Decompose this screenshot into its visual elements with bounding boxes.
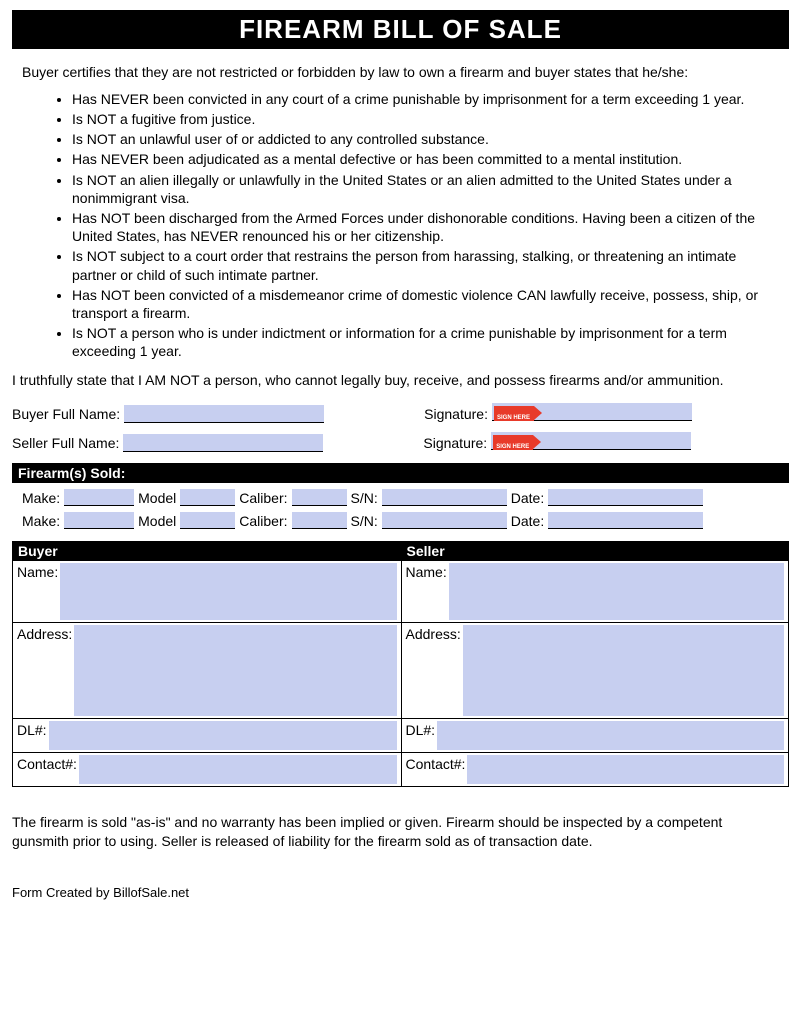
make-field[interactable] (64, 489, 134, 506)
seller-name-field[interactable] (123, 434, 323, 452)
caliber-label: Caliber: (239, 513, 287, 529)
certification-list: Has NEVER been convicted in any court of… (52, 90, 779, 361)
seller-contact-box[interactable] (467, 755, 784, 784)
footer-credit: Form Created by BillofSale.net (12, 885, 789, 900)
page-title: FIREARM BILL OF SALE (12, 10, 789, 49)
caliber-field[interactable] (292, 489, 347, 506)
firearms-sold-header: Firearm(s) Sold: (12, 463, 789, 483)
sign-here-icon: SIGN HERE (494, 406, 534, 421)
cert-item: Has NOT been discharged from the Armed F… (72, 209, 779, 245)
seller-header: Seller (401, 541, 790, 561)
cert-item: Has NEVER been convicted in any court of… (72, 90, 779, 108)
buyer-column: Name: Address: DL#: Contact#: (12, 561, 401, 787)
cert-item: Is NOT a fugitive from justice. (72, 110, 779, 128)
seller-dl-box[interactable] (437, 721, 784, 750)
make-label: Make: (22, 490, 60, 506)
seller-dl-cell: DL#: (401, 719, 790, 753)
model-label: Model (138, 490, 176, 506)
date-field[interactable] (548, 489, 703, 506)
sn-label: S/N: (351, 513, 378, 529)
seller-name-label: Seller Full Name: (12, 435, 119, 451)
seller-signature-label: Signature: (423, 435, 487, 451)
buyer-seller-grid: Name: Address: DL#: Contact#: Name: Addr… (12, 561, 789, 787)
buyer-contact-box[interactable] (79, 755, 397, 784)
buyer-name-row: Buyer Full Name: Signature: SIGN HERE (12, 403, 779, 424)
seller-name-cell: Name: (401, 561, 790, 623)
cert-item: Has NOT been convicted of a misdemeanor … (72, 286, 779, 322)
seller-name-row: Seller Full Name: Signature: SIGN HERE (12, 432, 779, 453)
cert-item: Is NOT an unlawful user of or addicted t… (72, 130, 779, 148)
sn-field[interactable] (382, 512, 507, 529)
seller-address-cell: Address: (401, 623, 790, 719)
cert-item: Has NEVER been adjudicated as a mental d… (72, 150, 779, 168)
make-label: Make: (22, 513, 60, 529)
date-label: Date: (511, 513, 544, 529)
sn-field[interactable] (382, 489, 507, 506)
model-field[interactable] (180, 489, 235, 506)
caliber-field[interactable] (292, 512, 347, 529)
caliber-label: Caliber: (239, 490, 287, 506)
buyer-name-cell: Name: (12, 561, 401, 623)
buyer-name-label: Buyer Full Name: (12, 406, 120, 422)
truthful-statement: I truthfully state that I AM NOT a perso… (12, 371, 779, 390)
buyer-address-box[interactable] (74, 625, 396, 716)
buyer-address-cell: Address: (12, 623, 401, 719)
seller-column: Name: Address: DL#: Contact#: (401, 561, 790, 787)
date-label: Date: (511, 490, 544, 506)
seller-address-box[interactable] (463, 625, 784, 716)
buyer-header: Buyer (12, 541, 401, 561)
cert-item: Is NOT an alien illegally or unlawfully … (72, 171, 779, 207)
sign-here-icon: SIGN HERE (493, 435, 533, 450)
firearm-row: Make: Model Caliber: S/N: Date: (22, 489, 779, 506)
cert-item: Is NOT subject to a court order that res… (72, 247, 779, 283)
buyer-name-box[interactable] (60, 563, 396, 620)
sn-label: S/N: (351, 490, 378, 506)
disclaimer-text: The firearm is sold "as-is" and no warra… (12, 813, 779, 851)
buyer-dl-cell: DL#: (12, 719, 401, 753)
buyer-contact-cell: Contact#: (12, 753, 401, 787)
buyer-name-field[interactable] (124, 405, 324, 423)
model-field[interactable] (180, 512, 235, 529)
cert-item: Is NOT a person who is under indictment … (72, 324, 779, 360)
seller-name-box[interactable] (449, 563, 784, 620)
firearm-row: Make: Model Caliber: S/N: Date: (22, 512, 779, 529)
make-field[interactable] (64, 512, 134, 529)
seller-contact-cell: Contact#: (401, 753, 790, 787)
buyer-signature-label: Signature: (424, 406, 488, 422)
date-field[interactable] (548, 512, 703, 529)
buyer-dl-box[interactable] (49, 721, 397, 750)
buyer-seller-header: Buyer Seller (12, 541, 789, 561)
intro-text: Buyer certifies that they are not restri… (22, 63, 779, 82)
model-label: Model (138, 513, 176, 529)
